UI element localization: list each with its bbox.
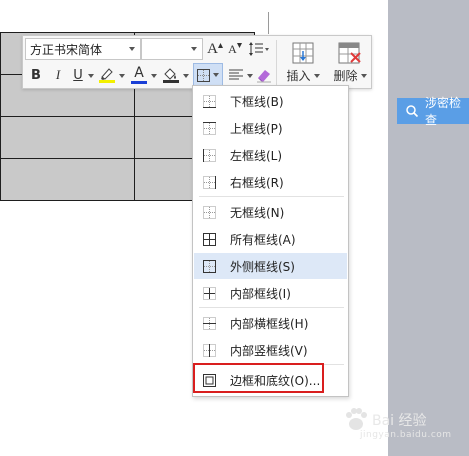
font-size-select[interactable]: [141, 38, 203, 60]
grow-font-button[interactable]: A: [206, 38, 224, 60]
delete-button[interactable]: 删除: [328, 38, 372, 88]
menu-item-label: 下框线(B): [230, 94, 284, 109]
menu-item-label: 内部横框线(H): [230, 316, 309, 331]
bottom-border-icon: [203, 94, 216, 108]
format-painter-button[interactable]: [254, 64, 274, 86]
menu-item-label: 左框线(L): [230, 148, 283, 163]
menu-item-inside-horizontal-border[interactable]: 内部横框线(H): [194, 310, 347, 336]
shrink-font-button[interactable]: A: [227, 38, 243, 60]
menu-item-right-border[interactable]: 右框线(R): [194, 169, 347, 195]
highlight-dropdown-arrow[interactable]: [119, 74, 125, 78]
inside-borders-icon: [203, 286, 216, 300]
text-highlight-button[interactable]: [97, 64, 117, 86]
menu-item-label: 内部框线(I): [230, 286, 291, 301]
grow-font-icon: A: [207, 40, 218, 57]
highlighter-icon: [99, 68, 115, 83]
insert-label: 插入: [286, 69, 311, 83]
chevron-down-icon: [129, 47, 135, 51]
menu-separator: [199, 196, 344, 197]
shrink-font-icon: A: [228, 41, 237, 56]
menu-item-label: 无框线(N): [230, 205, 285, 220]
menu-item-label: 外侧框线(S): [230, 259, 295, 274]
italic-button[interactable]: I: [48, 64, 68, 86]
left-border-icon: [203, 148, 216, 162]
border-button[interactable]: [193, 63, 223, 87]
menu-item-inside-borders[interactable]: 内部框线(I): [194, 280, 347, 306]
line-spacing-icon: [249, 42, 269, 56]
menu-item-label: 上框线(P): [230, 121, 283, 136]
font-name-select[interactable]: 方正书宋简体: [25, 38, 141, 60]
insert-table-icon: [292, 42, 314, 64]
align-left-icon: [229, 69, 243, 80]
page-margin-marker: [268, 12, 269, 34]
bold-button[interactable]: B: [26, 64, 46, 86]
top-border-icon: [203, 121, 216, 135]
caret-up-icon: [217, 42, 223, 48]
watermark-url: jingyan.baidu.com: [360, 430, 452, 440]
right-side-panel: [388, 0, 469, 456]
menu-item-bottom-border[interactable]: 下框线(B): [194, 88, 347, 114]
shading-dropdown-arrow[interactable]: [183, 74, 189, 78]
bold-icon: B: [31, 67, 41, 83]
align-dropdown-arrow[interactable]: [247, 74, 253, 78]
shading-button[interactable]: [161, 64, 181, 86]
line-spacing-button[interactable]: [246, 38, 272, 60]
chevron-down-icon: [313, 73, 320, 78]
delete-table-icon: [338, 42, 361, 64]
baidu-watermark: Bai 经验 jingyan.baidu.com: [340, 400, 468, 450]
chevron-down-icon: [213, 73, 219, 77]
paint-bucket-icon: [163, 68, 179, 83]
search-icon: [405, 104, 419, 118]
menu-item-label: 内部竖框线(V): [230, 343, 308, 358]
menu-item-all-borders[interactable]: 所有框线(A): [194, 226, 347, 252]
underline-icon: U: [73, 67, 83, 83]
font-color-button[interactable]: A: [129, 64, 149, 86]
menu-item-label: 所有框线(A): [230, 232, 296, 247]
chevron-down-icon: [191, 47, 197, 51]
table-cell[interactable]: [0, 158, 135, 201]
menu-item-outside-borders[interactable]: 外侧框线(S): [194, 253, 347, 279]
menu-item-inside-vertical-border[interactable]: 内部竖框线(V): [194, 337, 347, 363]
annotation-highlight-box: [193, 363, 324, 393]
watermark-text: Bai 经验: [372, 413, 427, 429]
menu-item-left-border[interactable]: 左框线(L): [194, 142, 347, 168]
privacy-check-button[interactable]: 涉密检查: [397, 96, 469, 127]
font-color-dropdown-arrow[interactable]: [151, 74, 157, 78]
border-dropdown-menu: 下框线(B) 上框线(P) 左框线(L) 右框线(R) 无框线(N) 所有框线(A) 外侧框…: [192, 85, 349, 397]
privacy-check-label: 涉密检查: [425, 96, 462, 127]
insert-button[interactable]: 插入: [282, 38, 324, 88]
menu-item-label: 右框线(R): [230, 175, 284, 190]
all-borders-icon: [203, 232, 216, 246]
align-button[interactable]: [226, 64, 246, 86]
delete-label: 删除: [333, 69, 358, 83]
font-name-value: 方正书宋简体: [30, 42, 103, 57]
italic-icon: I: [55, 67, 61, 82]
eraser-icon: [257, 70, 271, 83]
toolbar-divider: [276, 40, 277, 86]
menu-item-no-border[interactable]: 无框线(N): [194, 199, 347, 225]
menu-item-top-border[interactable]: 上框线(P): [194, 115, 347, 141]
underline-dropdown-arrow[interactable]: [88, 74, 94, 78]
chevron-down-icon: [360, 73, 367, 78]
right-border-icon: [203, 175, 216, 189]
no-border-icon: [203, 205, 216, 219]
outside-borders-icon: [203, 259, 216, 273]
underline-button[interactable]: U: [70, 64, 86, 86]
font-color-icon: A: [134, 65, 144, 81]
inside-vertical-border-icon: [203, 343, 216, 357]
font-color-swatch: [131, 81, 147, 84]
floating-format-toolbar: 方正书宋简体 A A 插入 删除 B I U A: [22, 35, 372, 89]
table-cell[interactable]: [0, 116, 135, 159]
outside-borders-icon: [197, 68, 210, 82]
inside-horizontal-border-icon: [203, 316, 216, 330]
menu-separator: [199, 307, 344, 308]
caret-down-icon: [236, 42, 242, 48]
